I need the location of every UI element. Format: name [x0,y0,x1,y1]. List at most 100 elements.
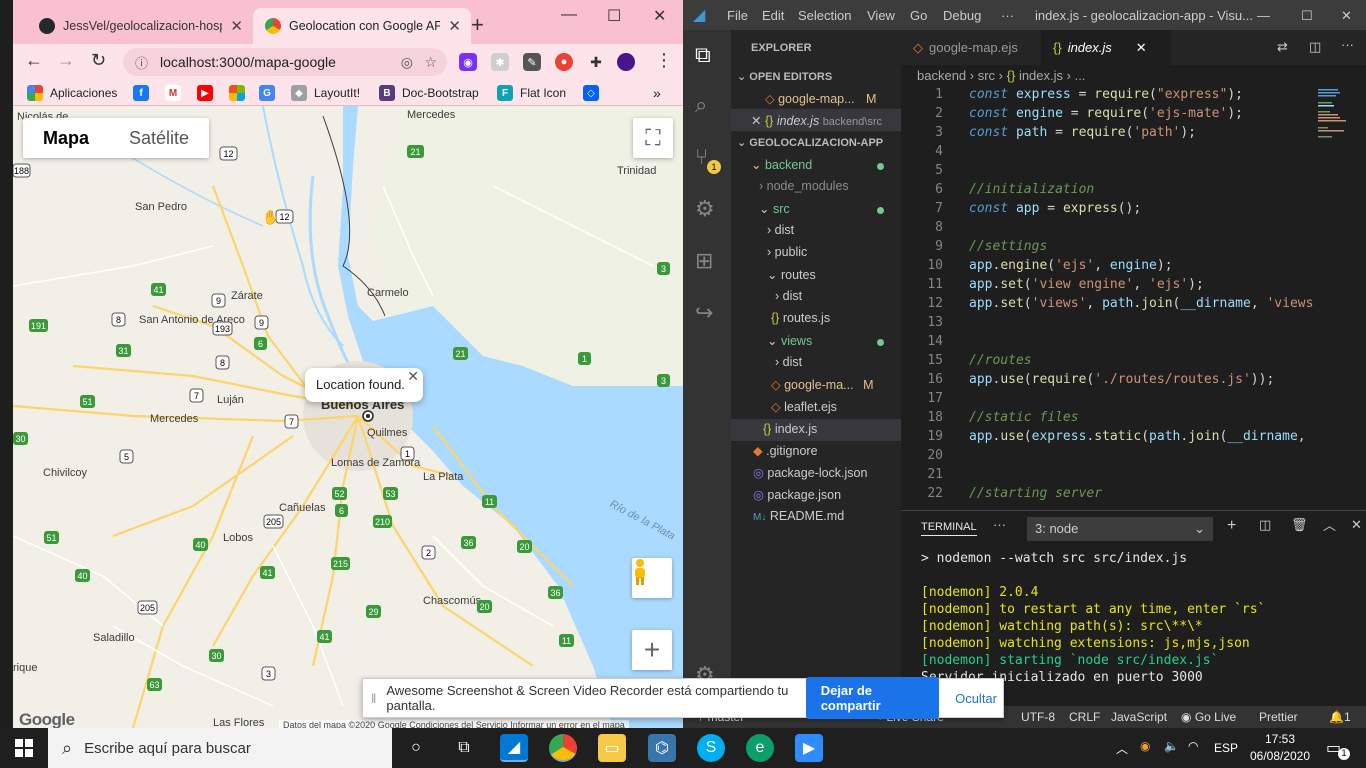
clock-time[interactable]: 17:53 [1252,732,1308,746]
project-header[interactable]: ⌄ GEOLOCALIZACION-APP [737,136,883,149]
language-status[interactable]: JavaScript [1111,710,1167,724]
close-icon[interactable]: ✕ [407,368,419,385]
hide-button[interactable]: Ocultar [949,685,1003,712]
bookmark-facebook[interactable]: f [133,85,156,101]
language-indicator[interactable]: ESP [1214,741,1238,755]
extensions-icon[interactable]: ⊞ [695,248,713,274]
panel-more-icon[interactable]: ··· [993,517,1006,532]
cortana-icon[interactable]: ○ [402,734,430,762]
breadcrumb-item[interactable]: ... [1075,68,1086,83]
close-window-icon[interactable]: ✕ [1341,8,1352,24]
bookmark-star-icon[interactable]: ☆ [424,54,437,71]
show-hidden-icons-icon[interactable]: ︿ [1116,740,1128,757]
split-editor-icon[interactable]: ◫ [1309,39,1321,55]
tree-folder[interactable]: ⌄ src [759,201,790,216]
forward-icon[interactable]: → [57,50,75,71]
tree-folder[interactable]: ⌄ backend [751,157,812,172]
vscode-taskbar-icon[interactable]: ◢ [500,734,528,762]
taskbar-search-box[interactable]: ⌕ Escribe aquí para buscar [48,728,392,768]
tree-file[interactable]: ◎ package-lock.json [753,465,867,480]
volume-icon[interactable]: 🔈 [1164,739,1179,753]
tab-github[interactable]: JessVel/geolocalizacion-hosp ✕ [27,8,253,44]
screenshot-extension-icon[interactable]: ● [555,53,573,71]
new-terminal-icon[interactable]: + [1227,517,1236,535]
street-view-pegman-icon[interactable] [632,558,672,598]
address-bar[interactable]: ⓘ localhost:3000/mapa-google ◎ ☆ [123,48,447,76]
close-tab-icon[interactable]: ✕ [230,17,243,35]
breadcrumb-item[interactable]: index.js [1019,68,1063,83]
tree-folder[interactable]: › public [767,245,807,259]
prettier-status[interactable]: Prettier [1259,710,1298,724]
file-explorer-icon[interactable]: ▭ [598,734,626,762]
chrome-taskbar-icon[interactable] [549,734,577,762]
debug-icon[interactable]: ⚙ [695,196,715,222]
tree-folder[interactable]: › node_modules [759,179,849,193]
close-icon[interactable]: ✕ [1136,40,1147,56]
terminal-tab[interactable]: TERMINAL [921,521,977,536]
site-info-icon[interactable]: ⓘ [135,53,148,72]
back-icon[interactable]: ← [25,50,43,71]
extension-icon[interactable]: ◉ [459,53,477,71]
screen-share-tray-icon[interactable]: ◉ [1140,739,1150,753]
menu-debug[interactable]: Debug [943,8,981,23]
reload-icon[interactable]: ↻ [91,50,106,71]
editor-tab-google-map[interactable]: ◇ google-map.ejs [901,30,1041,65]
tree-file[interactable]: ◎ package.json [753,487,841,502]
minimize-icon[interactable]: — [1257,8,1270,23]
task-view-icon[interactable]: ⧉ [450,734,478,762]
bookmark-layoutit[interactable]: ◆ LayoutIt! [291,85,360,101]
tree-file-active[interactable]: {} index.js [731,419,901,441]
terminal-selector[interactable]: 3: node ⌄ [1027,517,1213,541]
more-actions-icon[interactable]: ··· [1341,37,1354,52]
bookmark-gmail[interactable]: M [165,85,188,101]
tree-folder[interactable]: › dist [775,289,802,303]
extension-icon[interactable]: ✎ [523,53,541,71]
bookmark-microsoft[interactable] [229,85,252,101]
bookmark-doc-bootstrap[interactable]: B Doc-Bootstrap [379,85,479,101]
map-attribution[interactable]: Datos del mapa ©2020 Google Condiciones … [279,720,629,728]
compare-changes-icon[interactable]: ⇄ [1277,39,1288,55]
breadcrumb-item[interactable]: backend [917,68,966,83]
new-tab-button[interactable]: + [471,12,484,38]
python-icon[interactable]: ⌬ [648,734,676,762]
bookmark-youtube[interactable]: ▶ [197,85,220,101]
go-live-status[interactable]: ◉ Go Live [1181,710,1236,724]
menu-selection[interactable]: Selection [798,8,851,23]
minimap[interactable] [1316,87,1356,147]
code-area[interactable]: 1 const express = require("express"); 2 con… [901,87,1366,507]
google-map[interactable]: Nicolás de Mercedes Trinidad San Pedro Z… [13,106,683,728]
tree-folder[interactable]: › dist [767,223,794,237]
maximize-icon[interactable]: ☐ [1301,8,1313,24]
tree-folder[interactable]: ⌄ views [767,333,812,348]
tree-file[interactable]: ◇ leaflet.ejs [771,399,837,414]
open-editor-item[interactable]: ◇ google-map... M [765,91,876,106]
editor-tab-index[interactable]: {} index.js ✕ [1041,30,1171,65]
encoding-status[interactable]: UTF-8 [1021,710,1055,724]
tree-file[interactable]: ◆ .gitignore [753,443,818,458]
bookmark-apps[interactable]: Aplicaciones [27,85,117,101]
map-type-satellite-button[interactable]: Satélite [109,118,209,158]
menu-file[interactable]: File [727,8,748,23]
bookmark-flat-icon[interactable]: F Flat Icon [497,85,566,101]
menu-edit[interactable]: Edit [762,8,784,23]
more-bookmarks-icon[interactable]: » [653,85,661,101]
explorer-icon[interactable]: ⧉ [695,42,711,68]
menu-go[interactable]: Go [910,8,927,23]
fullscreen-icon[interactable]: ⛶ [633,118,673,158]
close-tab-icon[interactable]: ✕ [448,17,461,35]
zoom-icon[interactable]: ▶ [795,734,823,762]
network-icon[interactable]: ◠ [1188,739,1198,753]
minimize-icon[interactable]: — [561,6,577,24]
extensions-puzzle-icon[interactable]: ✚ [587,53,605,71]
location-icon[interactable]: ◎ [401,54,413,71]
tree-folder[interactable]: › dist [775,355,802,369]
tree-file[interactable]: ◇ google-ma... M [771,377,874,392]
tree-file[interactable]: M↓ README.md [753,509,844,523]
close-window-icon[interactable]: ✕ [653,6,666,26]
close-panel-icon[interactable]: ✕ [1351,517,1362,533]
open-editor-item-active[interactable]: ✕ {} index.js backend\src [731,109,901,131]
profile-avatar[interactable] [617,53,635,71]
tab-geolocation[interactable]: Geolocation con Google API ✕ [253,8,471,44]
clock-date[interactable]: 06/08/2020 [1246,749,1314,763]
open-editors-header[interactable]: ⌄ OPEN EDITORS [737,70,832,83]
